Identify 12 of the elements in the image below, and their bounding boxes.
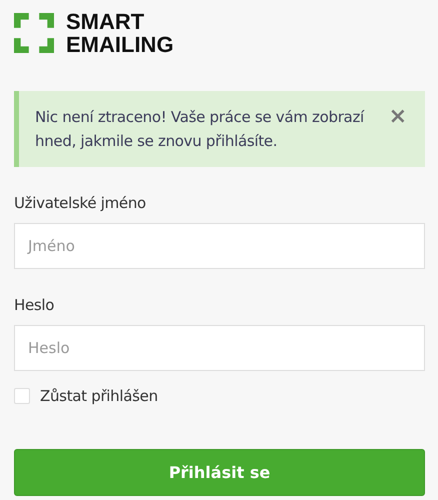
remember-label[interactable]: Zůstat přihlášen	[40, 387, 158, 405]
logo-icon	[14, 13, 54, 53]
login-button[interactable]: Přihlásit se	[14, 449, 425, 496]
close-button[interactable]: ×	[378, 105, 407, 129]
alert-message: Nic není ztraceno! Vaše práce se vám zobrazí hned, jakmile se znovu přihlásíte.	[35, 107, 366, 152]
input-field[interactable]: Heslo	[14, 325, 425, 371]
logo-text: SMART	[66, 10, 144, 33]
logo-text: EMAILING	[66, 33, 174, 56]
input-field[interactable]: Jméno	[14, 223, 425, 269]
field-label: Heslo	[14, 295, 54, 315]
checkbox[interactable]	[14, 388, 30, 404]
field-label: Uživatelské jméno	[14, 193, 146, 213]
